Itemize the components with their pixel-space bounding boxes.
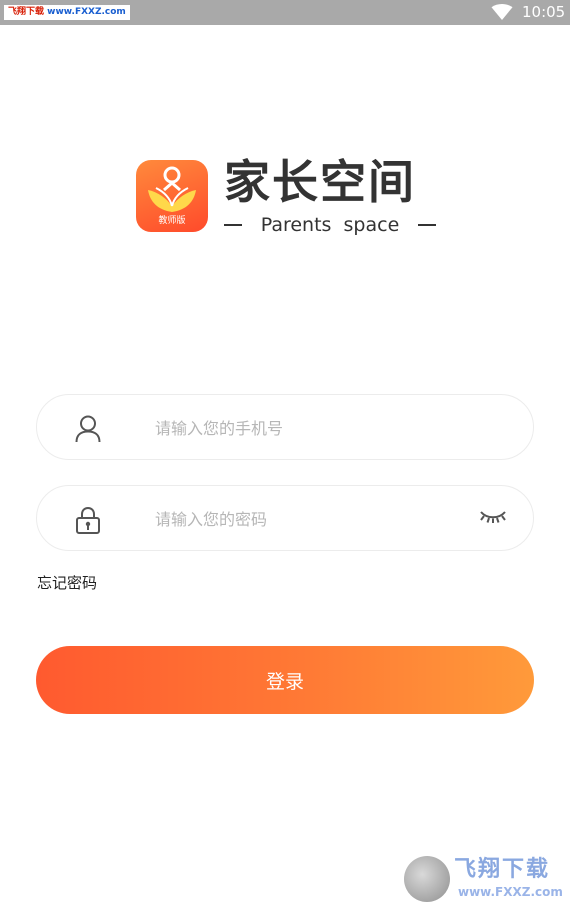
app-title: 家长空间: [224, 155, 416, 209]
app-logo: 教师版: [136, 160, 208, 232]
phone-input[interactable]: [155, 409, 455, 447]
watermark-url: www.FXXZ.com: [47, 7, 126, 17]
eye-closed-icon[interactable]: [479, 506, 507, 526]
password-input[interactable]: [155, 500, 455, 538]
status-time: 10:05: [522, 3, 566, 21]
login-button[interactable]: 登录: [36, 646, 534, 714]
status-bar: 飞翔下载 www.FXXZ.com 10:05: [0, 0, 570, 25]
watermark: 飞翔下载 www.FXXZ.com: [404, 856, 564, 902]
watermark-site-url: www.FXXZ.com: [458, 885, 563, 899]
app-subtitle: Parents space: [224, 212, 436, 238]
watermark-name: 飞翔下载: [454, 857, 551, 882]
phone-field[interactable]: [36, 394, 534, 460]
wifi-icon: [491, 4, 513, 20]
user-icon: [75, 415, 101, 443]
watermark-site: 飞翔下载: [8, 7, 45, 17]
watermark-logo: [404, 856, 450, 902]
forgot-password-link[interactable]: 忘记密码: [37, 572, 97, 594]
app-edition-badge: 教师版: [158, 216, 186, 226]
subtitle-dash-right: [417, 224, 436, 226]
watermark-badge: 飞翔下载 www.FXXZ.com: [4, 5, 130, 20]
subtitle-text: Parents space: [260, 214, 400, 236]
password-field[interactable]: [36, 485, 534, 551]
reading-hands-icon: [148, 166, 196, 212]
subtitle-dash-left: [224, 224, 242, 226]
lock-icon: [76, 506, 100, 534]
